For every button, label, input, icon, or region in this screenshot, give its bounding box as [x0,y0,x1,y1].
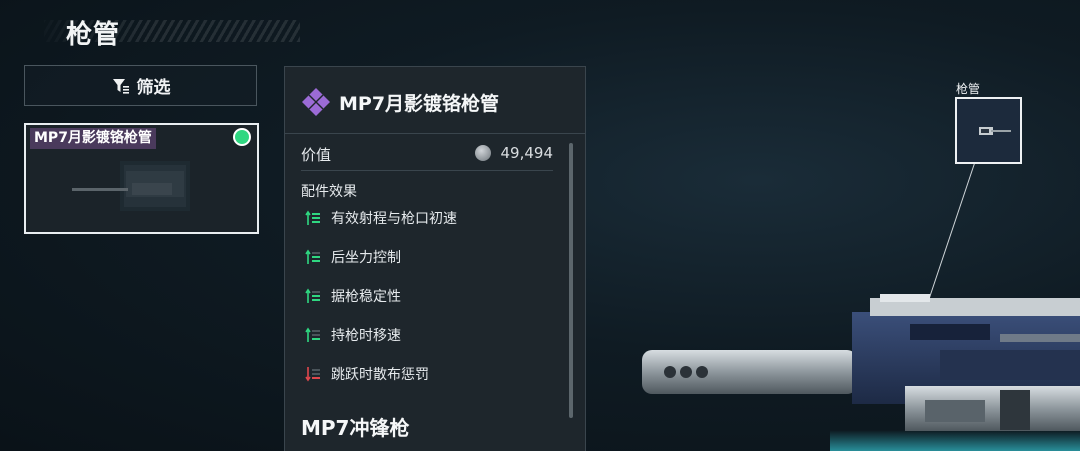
weapon-model [642,294,1080,451]
barrel-slot[interactable] [955,97,1022,164]
barrel-slot-icon [979,127,1011,135]
slot-label: 枪管 [956,82,981,96]
